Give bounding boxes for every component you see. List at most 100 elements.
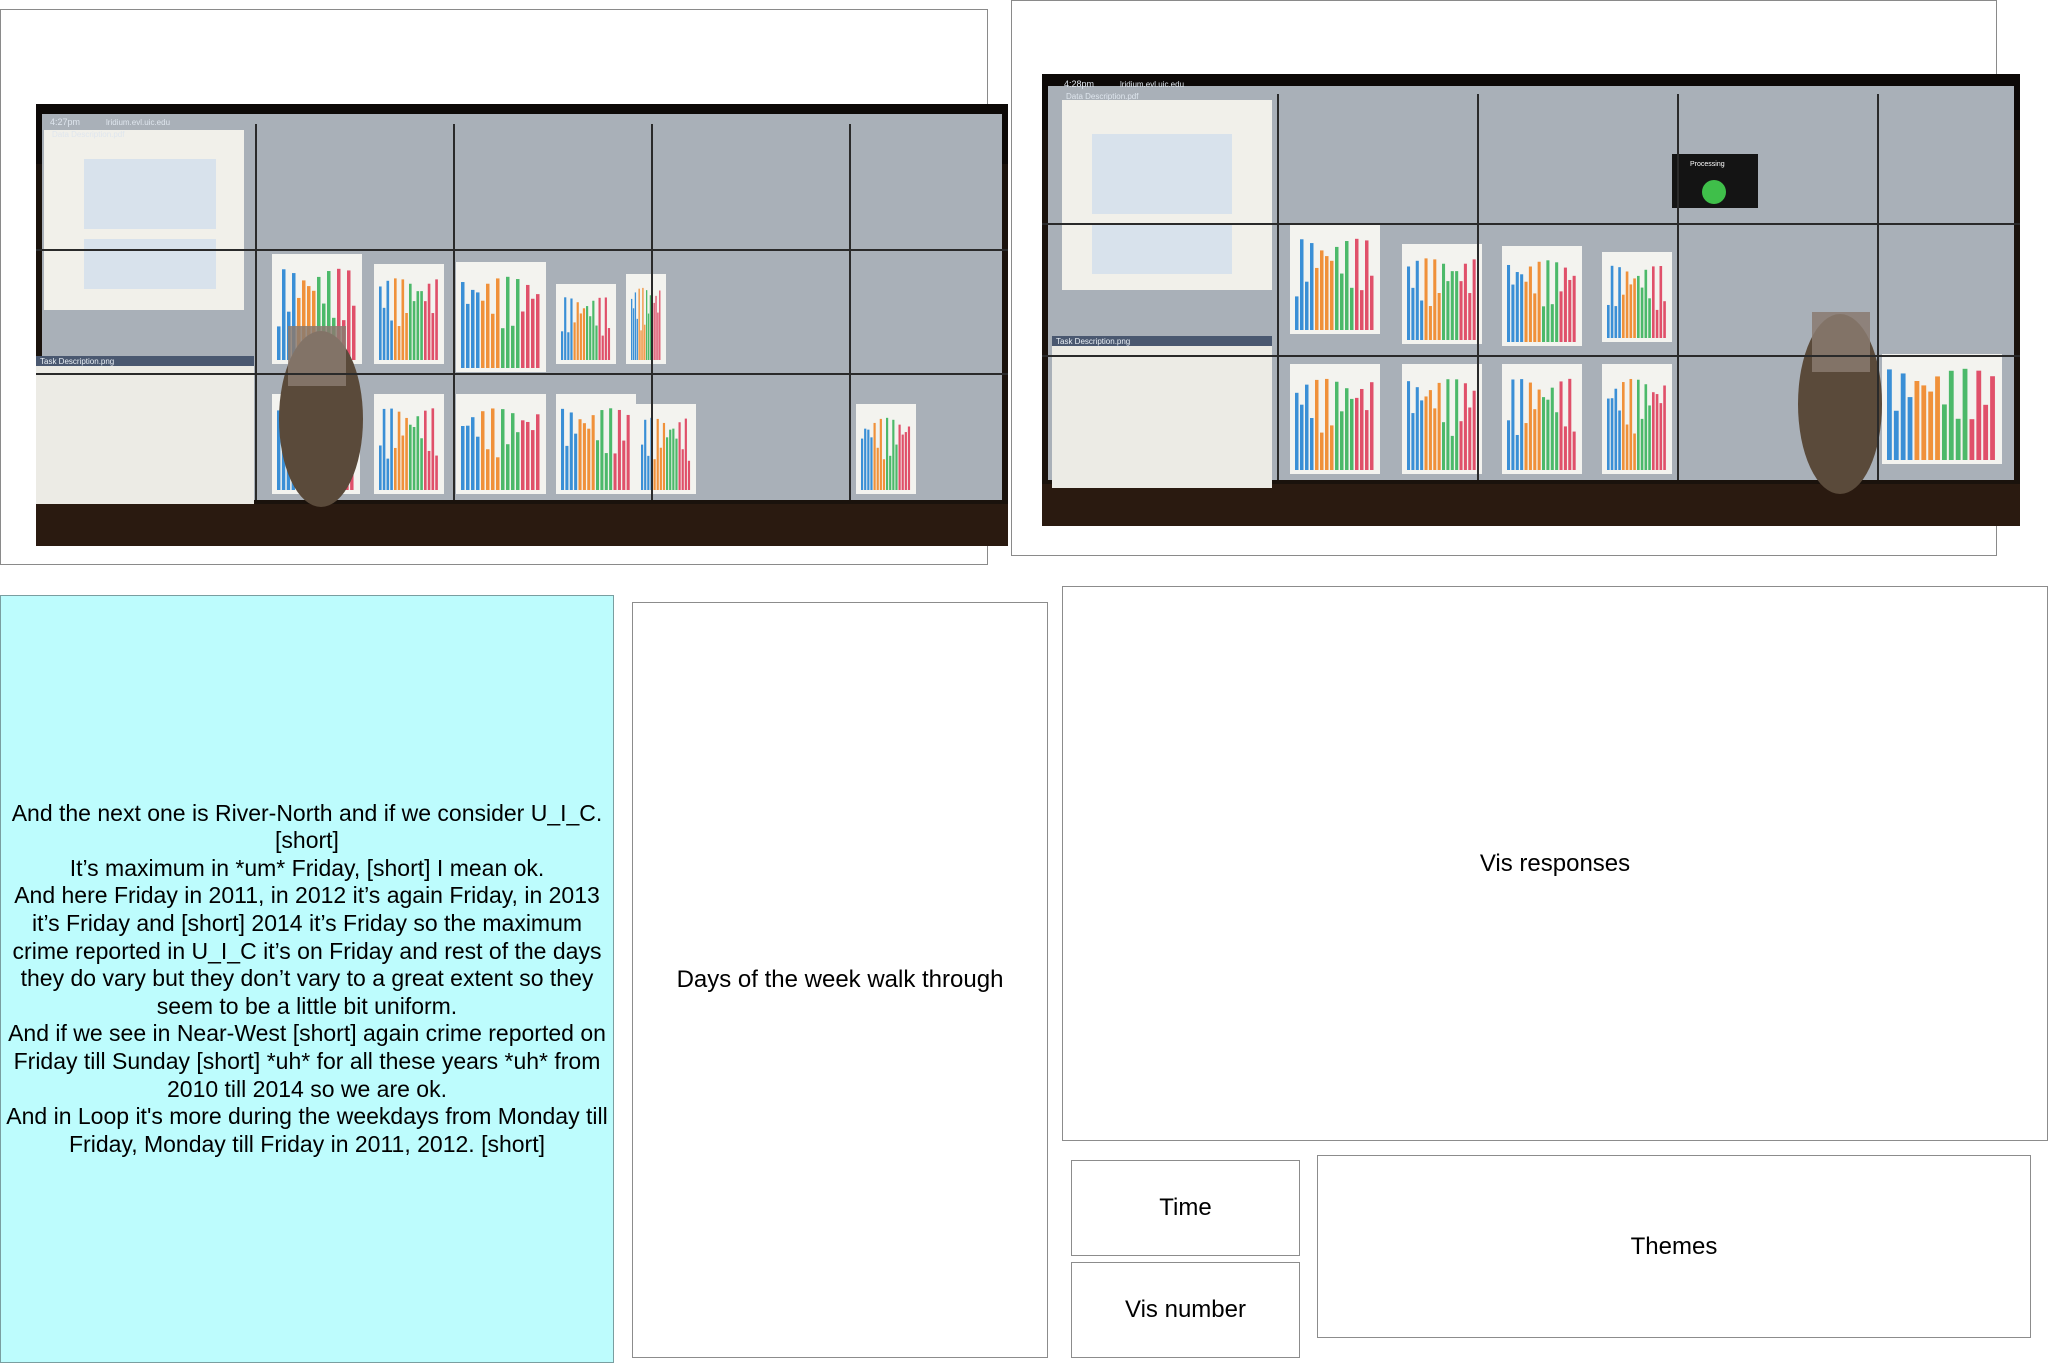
bar-mark bbox=[569, 412, 573, 490]
bar-mark bbox=[904, 432, 907, 490]
bar-mark bbox=[491, 408, 495, 490]
doc-title-text: Data Description.pdf bbox=[1066, 92, 1139, 101]
bar-mark bbox=[596, 440, 600, 490]
task-description-panel bbox=[1052, 336, 1272, 488]
bar-mark bbox=[1455, 379, 1459, 470]
bar-mark bbox=[1320, 250, 1324, 330]
display-wall-photo-left: 4:27pm lridium.evl.uic.edu Data Descript… bbox=[36, 104, 1008, 546]
bar-mark bbox=[526, 421, 530, 490]
bar-mark bbox=[1360, 290, 1364, 330]
bar-mark bbox=[1424, 258, 1428, 340]
bar-mark bbox=[889, 455, 892, 490]
bar-mark bbox=[601, 335, 604, 360]
bar-mark bbox=[1618, 410, 1621, 470]
bar-mark bbox=[511, 413, 515, 490]
bar-mark bbox=[1928, 391, 1934, 460]
bar-mark bbox=[405, 417, 408, 490]
bar-mark bbox=[1520, 379, 1524, 470]
bar-mark bbox=[390, 320, 393, 360]
bar-mark bbox=[496, 278, 500, 368]
bar-mark bbox=[1315, 267, 1319, 330]
bar-mark bbox=[1622, 294, 1625, 338]
bar-mark bbox=[1507, 264, 1511, 342]
bar-mark bbox=[401, 279, 405, 360]
bar-mark bbox=[1893, 410, 1899, 460]
bar-mark bbox=[886, 417, 889, 490]
bar-mark bbox=[669, 429, 672, 490]
bar-mark bbox=[646, 290, 648, 360]
bar-mark bbox=[1528, 266, 1532, 342]
themes-box: Themes bbox=[1317, 1155, 2031, 1338]
bar-mark bbox=[1524, 423, 1528, 470]
bar-mark bbox=[481, 300, 485, 368]
bar-mark bbox=[1520, 274, 1524, 342]
bar-mark bbox=[427, 450, 431, 490]
bar-mark bbox=[1625, 271, 1629, 338]
bar-mark bbox=[678, 422, 681, 490]
bar-mark bbox=[394, 278, 397, 360]
bar-mark bbox=[607, 328, 611, 360]
walkthrough-label: Days of the week walk through bbox=[676, 966, 1004, 993]
bar-mark bbox=[1370, 382, 1374, 470]
bar-mark bbox=[461, 425, 465, 490]
bar-mark bbox=[1550, 304, 1554, 342]
time-label: Time bbox=[1159, 1194, 1212, 1221]
bar-mark bbox=[1962, 368, 1968, 460]
clock-text: 4:27pm bbox=[50, 117, 80, 127]
bar-mark bbox=[870, 437, 873, 490]
bar-mark bbox=[1618, 267, 1621, 338]
doc-title-text: Data Description.pdf bbox=[52, 130, 125, 139]
bar-mark bbox=[1563, 426, 1567, 470]
bar-mark bbox=[1559, 381, 1563, 470]
bar-mark bbox=[656, 418, 659, 490]
bar-mark bbox=[561, 331, 564, 360]
bar-mark bbox=[1546, 260, 1550, 342]
bar-mark bbox=[1648, 298, 1651, 338]
bar-mark bbox=[655, 295, 657, 360]
bar-mark bbox=[516, 432, 520, 490]
bar-mark bbox=[1365, 410, 1369, 470]
bar-mark bbox=[427, 283, 431, 360]
bar-mark bbox=[277, 326, 281, 360]
bar-mark bbox=[435, 455, 438, 490]
bar-mark bbox=[1305, 384, 1309, 470]
bar-mark bbox=[397, 411, 401, 490]
bar-mark bbox=[347, 270, 351, 360]
processing-text: Processing bbox=[1690, 161, 1725, 168]
bar-mark bbox=[431, 408, 435, 490]
bar-mark bbox=[476, 292, 480, 368]
bar-mark bbox=[420, 438, 423, 490]
bar-mark bbox=[582, 308, 586, 360]
bar-mark bbox=[1330, 425, 1334, 470]
bar-mark bbox=[662, 422, 666, 490]
bar-mark bbox=[898, 424, 901, 490]
bar-mark bbox=[386, 458, 390, 490]
bar-mark bbox=[1411, 413, 1415, 470]
bar-mark bbox=[587, 428, 591, 490]
bar-mark bbox=[1633, 433, 1636, 470]
bar-mark bbox=[1644, 269, 1648, 338]
bar-mark bbox=[1659, 403, 1663, 470]
bar-mark bbox=[1455, 271, 1459, 340]
bar-mark bbox=[638, 288, 640, 360]
bar-mark bbox=[644, 419, 647, 490]
bar-mark bbox=[1614, 388, 1618, 470]
bar-mark bbox=[1463, 383, 1467, 470]
bar-mark bbox=[876, 447, 879, 490]
transcript-line: And the next one is River-North and if w… bbox=[11, 799, 603, 854]
bar-mark bbox=[598, 297, 601, 360]
bar-mark bbox=[1546, 399, 1550, 470]
bar-mark bbox=[386, 280, 390, 360]
bar-mark bbox=[1610, 398, 1614, 470]
bar-mark bbox=[1325, 378, 1329, 470]
bar-mark bbox=[1437, 293, 1441, 340]
bar-mark bbox=[352, 305, 356, 360]
bar-mark bbox=[1442, 422, 1446, 470]
bar-mark bbox=[907, 426, 911, 490]
bar-mark bbox=[586, 306, 589, 360]
bar-mark bbox=[1310, 418, 1314, 470]
display-wall-photo-right: 4:28pm lridium.evl.uic.edu Data Descript… bbox=[1042, 74, 2020, 526]
bar-mark bbox=[1524, 281, 1528, 342]
bar-mark bbox=[516, 279, 520, 368]
bar-mark bbox=[1320, 432, 1324, 470]
